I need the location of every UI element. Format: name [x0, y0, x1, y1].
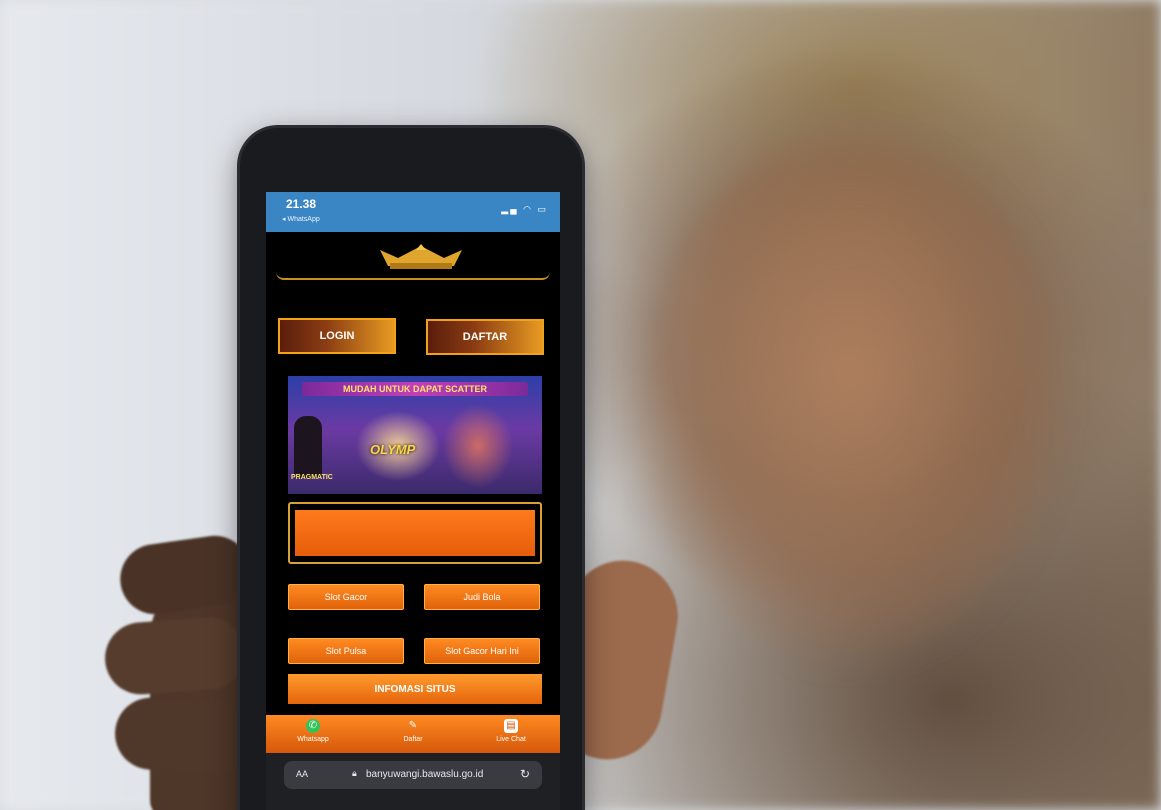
wifi-icon: ◠: [523, 204, 533, 214]
status-bar: 21.38 ◂ WhatsApp ▂▄ ◠ ▭: [266, 192, 560, 232]
banner-figure: [294, 416, 322, 478]
back-to-app-link[interactable]: ◂ WhatsApp: [282, 215, 320, 223]
banner-title: MUDAH UNTUK DAPAT SCATTER: [302, 382, 528, 396]
lock-icon: 🔒︎: [352, 768, 357, 778]
category-button[interactable]: Slot Gacor Hari Ini: [424, 638, 540, 664]
category-button[interactable]: Slot Gacor: [288, 584, 404, 610]
browser-toolbar: AA 🔒︎ banyuwangi.bawaslu.go.id ↻: [266, 753, 560, 810]
reload-icon[interactable]: ↻: [520, 767, 530, 781]
register-icon: ✎: [408, 720, 418, 731]
nav-live-chat[interactable]: ▤ Live Chat: [476, 719, 546, 743]
promo-text-blurred: [295, 510, 535, 556]
category-button[interactable]: Judi Bola: [424, 584, 540, 610]
promo-banner[interactable]: MUDAH UNTUK DAPAT SCATTER OLYMP PRAGMATI…: [288, 376, 542, 494]
nav-whatsapp[interactable]: ✆ Whatsapp: [278, 719, 348, 743]
signal-icon: ▂▄: [501, 204, 519, 214]
site-header: [276, 236, 550, 280]
nav-label: Live Chat: [496, 736, 526, 743]
whatsapp-icon: ✆: [306, 719, 320, 733]
status-time: 21.38: [286, 197, 317, 211]
login-button[interactable]: LOGIN: [278, 318, 396, 354]
nav-label: Daftar: [403, 736, 423, 743]
banner-footer: PRAGMATIC: [291, 474, 333, 481]
bottom-nav: ✆ Whatsapp ✎ Daftar ▤ Live Chat: [266, 715, 560, 753]
info-section-header[interactable]: INFOMASI SITUS: [288, 674, 542, 704]
battery-icon: ▭: [537, 204, 548, 214]
hand-finger: [102, 615, 248, 697]
address-bar[interactable]: AA 🔒︎ banyuwangi.bawaslu.go.id ↻: [284, 761, 542, 789]
hand-finger: [112, 695, 258, 777]
register-button[interactable]: DAFTAR: [426, 319, 544, 355]
nav-register[interactable]: ✎ Daftar: [378, 719, 448, 743]
status-icons: ▂▄ ◠ ▭: [501, 204, 548, 215]
category-button[interactable]: Slot Pulsa: [288, 638, 404, 664]
banner-brand: OLYMP: [370, 442, 416, 457]
nav-label: Whatsapp: [297, 736, 329, 743]
crown-logo-icon[interactable]: [376, 244, 466, 270]
phone-screen: 21.38 ◂ WhatsApp ▂▄ ◠ ▭ LOGIN DAFTAR MUD…: [266, 192, 560, 810]
url-text: banyuwangi.bawaslu.go.id: [366, 769, 484, 780]
blurred-person: [640, 140, 1060, 660]
promo-text-box: [288, 502, 542, 564]
chat-icon: ▤: [504, 719, 518, 733]
photo-scene: 21.38 ◂ WhatsApp ▂▄ ◠ ▭ LOGIN DAFTAR MUD…: [0, 0, 1161, 810]
text-size-button[interactable]: AA: [296, 769, 308, 779]
smartphone: 21.38 ◂ WhatsApp ▂▄ ◠ ▭ LOGIN DAFTAR MUD…: [240, 128, 582, 810]
